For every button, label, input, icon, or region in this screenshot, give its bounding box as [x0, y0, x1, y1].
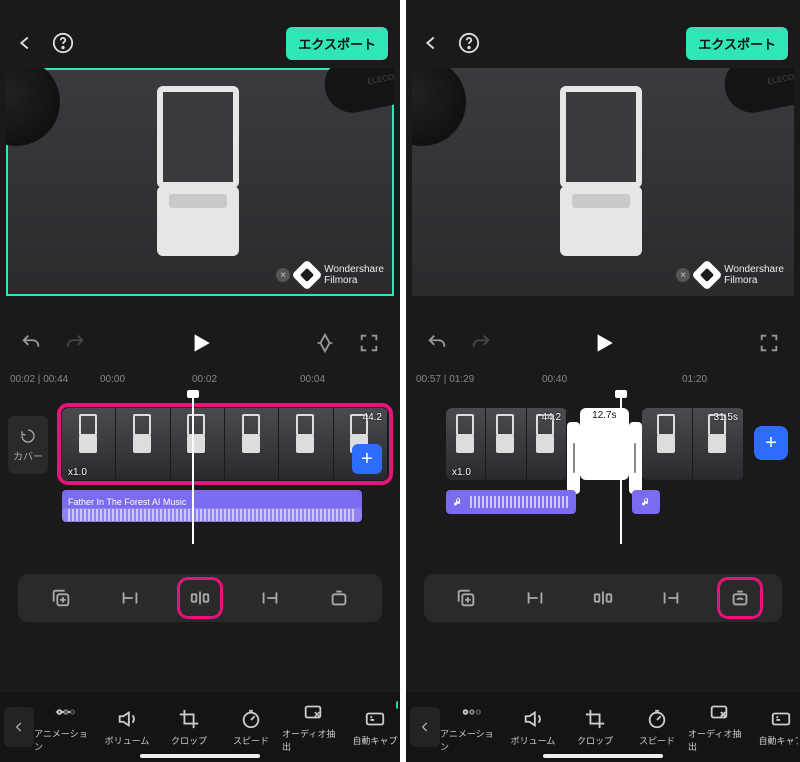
back-button[interactable] [420, 32, 442, 54]
timeline[interactable]: x1.0 44.2 12.7s 31.5s + [406, 394, 800, 544]
play-button[interactable] [187, 330, 213, 356]
time-display: 00:02 | 00:44 [10, 374, 68, 385]
video-preview[interactable]: ELECOM × WondershareFilmora [6, 68, 394, 296]
audio-title: Father In The Forest AI Music [68, 497, 186, 507]
transport-bar [0, 314, 400, 372]
audio-clip[interactable] [446, 490, 576, 514]
close-watermark-icon[interactable]: × [276, 268, 290, 282]
watermark: × WondershareFilmora [676, 264, 784, 286]
trim-right-button[interactable] [250, 580, 290, 616]
speed-label: x1.0 [68, 467, 87, 478]
add-clip-button[interactable]: + [352, 444, 382, 474]
ruler-tick: 00:40 [542, 374, 567, 385]
tool-crop[interactable]: クロップ [564, 701, 626, 753]
trim-left-button[interactable] [515, 580, 555, 616]
help-button[interactable] [458, 32, 480, 54]
tool-animation[interactable]: アニメーション [440, 701, 502, 753]
tool-speed[interactable]: スピード [626, 701, 688, 753]
split-button[interactable] [180, 580, 220, 616]
replace-button[interactable] [319, 580, 359, 616]
play-button[interactable] [590, 330, 616, 356]
duration-label: 44.2 [363, 412, 382, 423]
close-watermark-icon[interactable]: × [676, 268, 690, 282]
toolbar-back-button[interactable] [410, 707, 440, 747]
ruler-tick: 00:00 [100, 374, 125, 385]
tool-volume[interactable]: ボリューム [502, 701, 564, 753]
topbar: エクスポート [406, 18, 800, 68]
split-button[interactable] [583, 580, 623, 616]
undo-button[interactable] [426, 332, 448, 354]
audio-clip-small[interactable] [632, 490, 660, 514]
timeline[interactable]: カバー x1.0 44.2 + Father In The Forest AI … [0, 394, 400, 544]
home-indicator [140, 754, 260, 758]
clip-handle[interactable] [629, 422, 642, 494]
keyframe-button[interactable] [314, 332, 336, 354]
time-ruler[interactable]: 00:57 | 01:29 00:40 01:20 [406, 372, 800, 394]
video-clip[interactable]: x1.0 44.2 [446, 408, 567, 480]
redo-button[interactable] [64, 332, 86, 354]
duration-label: 31.5s [714, 412, 738, 423]
watermark: × WondershareFilmora [276, 264, 384, 286]
edit-toolbar [424, 574, 782, 622]
time-ruler[interactable]: 00:02 | 00:44 00:00 00:02 00:04 [0, 372, 400, 394]
ruler-tick: 00:04 [300, 374, 325, 385]
speed-label: x1.0 [452, 467, 471, 478]
fullscreen-button[interactable] [758, 332, 780, 354]
tool-crop[interactable]: クロップ [158, 701, 220, 753]
time-display: 00:57 | 01:29 [416, 374, 474, 385]
phone-left: エクスポート ELECOM × WondershareFilmora 00:02… [0, 0, 400, 762]
tool-volume[interactable]: ボリューム [96, 701, 158, 753]
replace-button[interactable] [720, 580, 760, 616]
duration-label: 44.2 [542, 412, 561, 423]
playhead[interactable] [192, 394, 194, 544]
ruler-tick: 00:02 [192, 374, 217, 385]
export-button[interactable]: エクスポート [686, 27, 788, 60]
back-button[interactable] [14, 32, 36, 54]
transport-bar [406, 314, 800, 372]
bottom-toolbar: アニメーション ボリューム クロップ スピード オーディオ抽出 自動キャプ [0, 692, 400, 762]
tool-animation[interactable]: アニメーション [34, 701, 96, 753]
video-preview[interactable]: ELECOM × WondershareFilmora [412, 68, 794, 296]
copy-button[interactable] [446, 580, 486, 616]
toolbar-back-button[interactable] [4, 707, 34, 747]
video-clip[interactable]: x1.0 44.2 + [62, 408, 388, 480]
edit-toolbar [18, 574, 382, 622]
trim-left-button[interactable] [110, 580, 150, 616]
bottom-toolbar: アニメーション ボリューム クロップ スピード オーディオ抽出 自動キャプ [406, 692, 800, 762]
phone-right: エクスポート ELECOM × WondershareFilmora 00:57… [400, 0, 800, 762]
filmora-logo-icon [692, 259, 723, 290]
ruler-tick: 01:20 [682, 374, 707, 385]
playhead[interactable] [620, 394, 622, 544]
undo-button[interactable] [20, 332, 42, 354]
add-clip-button[interactable]: + [754, 426, 788, 460]
help-button[interactable] [52, 32, 74, 54]
tool-speed[interactable]: スピード [220, 701, 282, 753]
redo-button[interactable] [470, 332, 492, 354]
tool-auto-caption[interactable]: 自動キャプ [344, 701, 398, 753]
copy-button[interactable] [41, 580, 81, 616]
tool-auto-caption[interactable]: 自動キャプ [750, 701, 798, 753]
clip-handle[interactable] [567, 422, 580, 494]
fullscreen-button[interactable] [358, 332, 380, 354]
trim-right-button[interactable] [651, 580, 691, 616]
topbar: エクスポート [0, 18, 400, 68]
video-clip[interactable]: 31.5s [642, 408, 744, 480]
tool-audio-extract[interactable]: オーディオ抽出 [688, 701, 750, 753]
home-indicator [543, 754, 663, 758]
export-button[interactable]: エクスポート [286, 27, 388, 60]
filmora-logo-icon [292, 259, 323, 290]
tool-audio-extract[interactable]: オーディオ抽出 [282, 701, 344, 753]
cover-button[interactable]: カバー [8, 416, 48, 474]
